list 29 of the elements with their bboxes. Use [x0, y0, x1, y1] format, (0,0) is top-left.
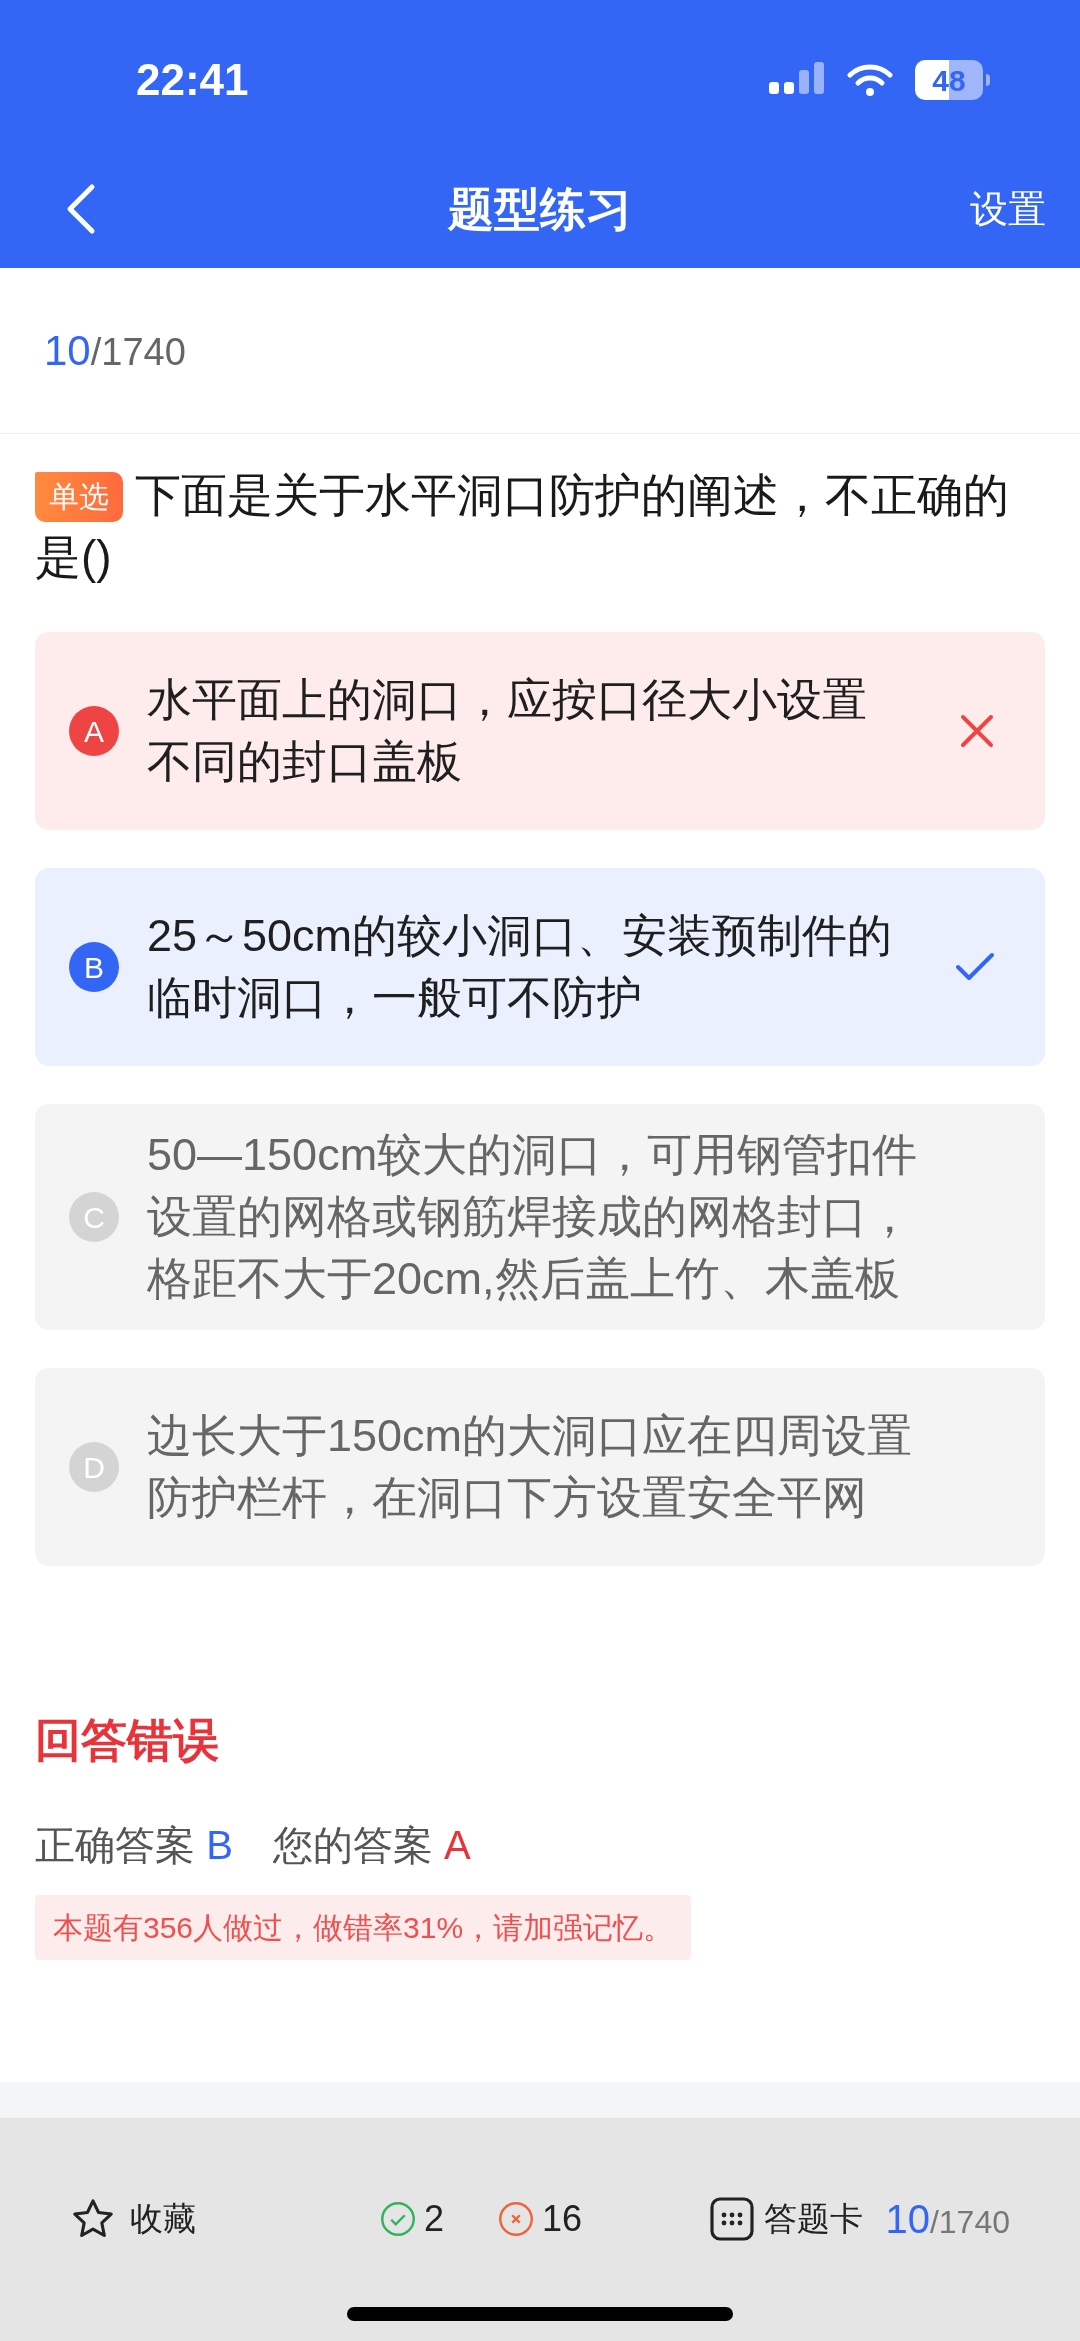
- status-time: 22:41: [136, 54, 249, 106]
- question-text: 单选 下面是关于水平洞口防护的阐述，不正确的是(): [35, 468, 1010, 585]
- cross-circle-icon: [498, 2201, 535, 2237]
- question-type-tag: 单选: [35, 472, 123, 522]
- check-circle-icon: [380, 2201, 416, 2237]
- page-title: 题型练习: [448, 181, 632, 237]
- answer-card-button[interactable]: 答题卡: [708, 2194, 864, 2244]
- check-icon: [955, 952, 995, 982]
- wifi-icon: [847, 63, 893, 97]
- correct-count: 2: [424, 2197, 445, 2241]
- error-rate-note: 本题有356人做过，做错率31%，请加强记忆。: [35, 1895, 692, 1960]
- option-text: 水平面上的洞口，应按口径大小设置不同的封口盖板: [147, 673, 868, 789]
- your-answer: 您的答案 A: [272, 1822, 471, 1869]
- grid-icon: [708, 2195, 757, 2243]
- option-text: 25～50cm的较小洞口、安装预制件的临时洞口，一般可不防护: [147, 909, 894, 1025]
- back-icon[interactable]: [66, 183, 96, 235]
- settings-button[interactable]: 设置: [970, 180, 1046, 238]
- answer-option[interactable]: B 25～50cm的较小洞口、安装预制件的临时洞口，一般可不防护: [35, 868, 1045, 1066]
- wrong-count: 16: [542, 2197, 583, 2241]
- answer-option[interactable]: A 水平面上的洞口，应按口径大小设置不同的封口盖板: [35, 632, 1045, 830]
- option-letter: A: [69, 706, 119, 756]
- option-text: 边长大于150cm的大洞口应在四周设置防护栏杆，在洞口下方设置安全平网: [147, 1409, 914, 1525]
- battery-level: 48: [915, 60, 983, 100]
- cross-icon: [959, 713, 995, 749]
- correct-answer: 正确答案 B: [35, 1822, 233, 1869]
- result-title: 回答错误: [35, 1713, 220, 1768]
- option-letter: B: [69, 942, 119, 992]
- favorite-button[interactable]: 收藏: [70, 2194, 196, 2244]
- option-text: 50—150cm较大的洞口，可用钢管扣件设置的网格或钢筋焊接成的网格封口，格距不大于20cm,然后盖上竹、木盖板: [147, 1128, 919, 1306]
